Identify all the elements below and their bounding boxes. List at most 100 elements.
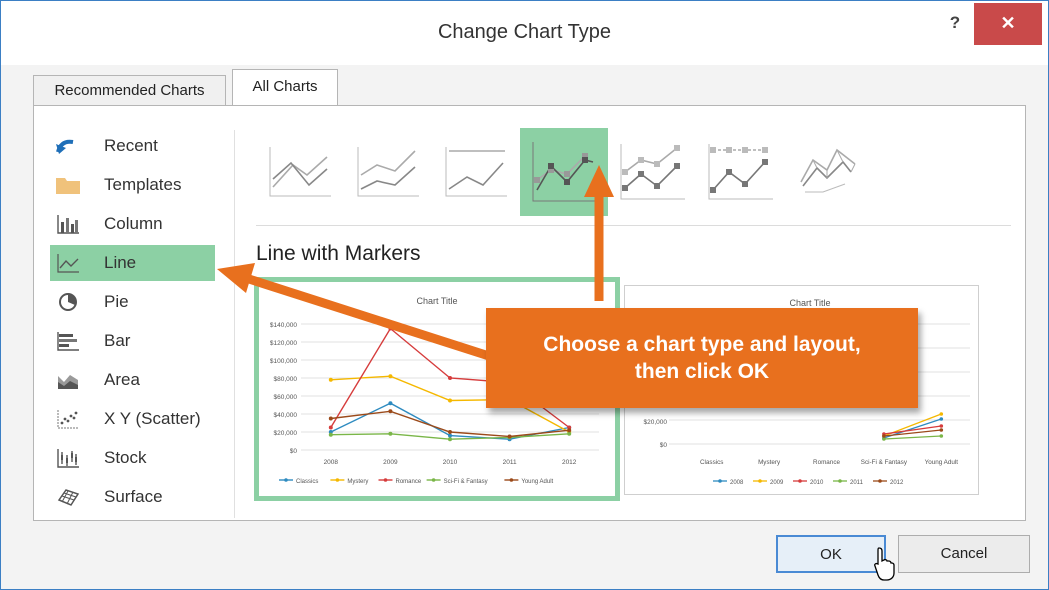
series-line-3 bbox=[883, 435, 942, 440]
column-chart-icon bbox=[54, 212, 82, 236]
legend-label: 2008 bbox=[730, 480, 744, 486]
callout-line-1: Choose a chart type and layout, bbox=[543, 333, 861, 356]
scatter-chart-icon bbox=[54, 407, 82, 431]
x-tick-label: Romance bbox=[813, 459, 840, 466]
data-point bbox=[388, 326, 393, 331]
x-tick-label: 2010 bbox=[443, 459, 458, 466]
y-tick-label: $80,000 bbox=[274, 376, 298, 383]
data-point bbox=[939, 417, 944, 421]
legend-marker bbox=[758, 479, 762, 483]
subtype-3d-line[interactable] bbox=[784, 128, 872, 216]
pie-chart-icon bbox=[54, 290, 82, 314]
sidebar-item-xy-scatter[interactable]: X Y (Scatter) bbox=[50, 401, 215, 437]
legend-marker bbox=[798, 479, 802, 483]
y-tick-label: $20,000 bbox=[644, 419, 668, 426]
help-button[interactable]: ? bbox=[945, 13, 965, 37]
sidebar-item-label: Area bbox=[104, 370, 140, 389]
subtype-divider bbox=[256, 225, 1011, 226]
sidebar-item-recent[interactable]: Recent bbox=[50, 128, 215, 164]
folder-icon bbox=[54, 173, 82, 197]
sidebar-item-label: Recent bbox=[104, 136, 158, 155]
sidebar-item-stock[interactable]: Stock bbox=[50, 440, 215, 476]
sidebar-item-line[interactable]: Line bbox=[50, 245, 215, 281]
subtype-100-stacked-line[interactable] bbox=[432, 128, 520, 216]
sidebar-item-label: X Y (Scatter) bbox=[104, 409, 201, 428]
sidebar-item-label: Stock bbox=[104, 448, 147, 467]
surface-chart-icon bbox=[54, 485, 82, 509]
y-tick-label: $20,000 bbox=[274, 430, 298, 437]
subtype-line[interactable] bbox=[256, 128, 344, 216]
sidebar-item-surface[interactable]: Surface bbox=[50, 479, 215, 515]
subtype-stacked-line[interactable] bbox=[344, 128, 432, 216]
ok-button[interactable]: OK bbox=[776, 535, 886, 573]
data-point bbox=[448, 398, 452, 403]
x-tick-label: Classics bbox=[700, 459, 723, 466]
legend-marker bbox=[284, 478, 288, 482]
legend-label: 2011 bbox=[850, 480, 864, 486]
legend-marker bbox=[718, 479, 722, 483]
x-tick-label: Mystery bbox=[758, 459, 781, 466]
legend-label: 2010 bbox=[810, 480, 824, 486]
sidebar-item-bar[interactable]: Bar bbox=[50, 323, 215, 359]
sidebar-item-area[interactable]: Area bbox=[50, 362, 215, 398]
legend-marker bbox=[383, 478, 388, 482]
line-chart-icon bbox=[54, 251, 82, 275]
subtype-line-with-markers[interactable] bbox=[520, 128, 608, 216]
chart-title: Chart Title bbox=[416, 296, 457, 306]
data-point bbox=[939, 424, 944, 428]
area-chart-icon bbox=[54, 368, 82, 392]
data-point bbox=[939, 412, 944, 416]
title-bar: Change Chart Type ? ✕ bbox=[1, 1, 1048, 65]
x-tick-label: 2008 bbox=[324, 459, 339, 466]
data-point bbox=[882, 434, 886, 438]
legend-label: Romance bbox=[396, 479, 422, 485]
selected-subtype-title: Line with Markers bbox=[256, 242, 421, 265]
data-point bbox=[448, 376, 452, 380]
data-point bbox=[939, 434, 944, 438]
data-point bbox=[567, 428, 572, 433]
stock-chart-icon bbox=[54, 446, 82, 470]
callout-line-2: then click OK bbox=[634, 360, 770, 383]
y-tick-label: $40,000 bbox=[274, 412, 298, 419]
chart-title: Chart Title bbox=[789, 298, 830, 308]
close-button[interactable]: ✕ bbox=[974, 3, 1042, 45]
data-point bbox=[328, 377, 333, 382]
y-tick-label: $140,000 bbox=[270, 322, 297, 329]
tab-all-charts[interactable]: All Charts bbox=[232, 69, 338, 106]
subtype-100-stacked-line-with-markers[interactable] bbox=[696, 128, 784, 216]
legend-marker bbox=[509, 478, 514, 482]
sidebar-item-label: Column bbox=[104, 214, 163, 233]
data-point bbox=[328, 432, 333, 437]
data-point bbox=[507, 434, 512, 439]
y-tick-label: $0 bbox=[660, 442, 668, 449]
dialog-title: Change Chart Type bbox=[437, 21, 612, 43]
change-chart-type-dialog: Change Chart Type ? ✕ Recommended Charts… bbox=[0, 0, 1049, 590]
cancel-button[interactable]: Cancel bbox=[898, 535, 1030, 573]
data-point bbox=[448, 433, 452, 438]
data-point bbox=[388, 409, 393, 414]
y-tick-label: $60,000 bbox=[274, 394, 298, 401]
sidebar-divider bbox=[234, 130, 235, 518]
y-tick-label: $120,000 bbox=[270, 340, 297, 347]
data-point bbox=[328, 416, 333, 421]
sidebar-item-column[interactable]: Column bbox=[50, 206, 215, 242]
sidebar-item-templates[interactable]: Templates bbox=[50, 167, 215, 203]
legend-marker bbox=[838, 479, 842, 483]
legend-label: Sci-Fi & Fantasy bbox=[444, 479, 488, 485]
sidebar-item-label: Pie bbox=[104, 292, 129, 311]
x-tick-label: Sci-Fi & Fantasy bbox=[861, 459, 908, 466]
legend-label: Classics bbox=[296, 479, 318, 485]
sidebar-item-pie[interactable]: Pie bbox=[50, 284, 215, 320]
instruction-callout: Choose a chart type and layout, then cli… bbox=[486, 308, 918, 408]
sidebar-item-label: Templates bbox=[104, 175, 182, 194]
legend-label: 2012 bbox=[890, 480, 904, 486]
legend-marker bbox=[335, 478, 340, 482]
data-point bbox=[388, 401, 393, 406]
data-point bbox=[448, 430, 452, 434]
mouse-pointer-icon bbox=[874, 547, 895, 581]
legend-label: 2009 bbox=[770, 480, 784, 486]
subtype-stacked-line-with-markers[interactable] bbox=[608, 128, 696, 216]
tab-recommended-charts[interactable]: Recommended Charts bbox=[33, 75, 226, 105]
y-tick-label: $0 bbox=[290, 448, 298, 455]
bar-chart-icon bbox=[54, 329, 82, 353]
